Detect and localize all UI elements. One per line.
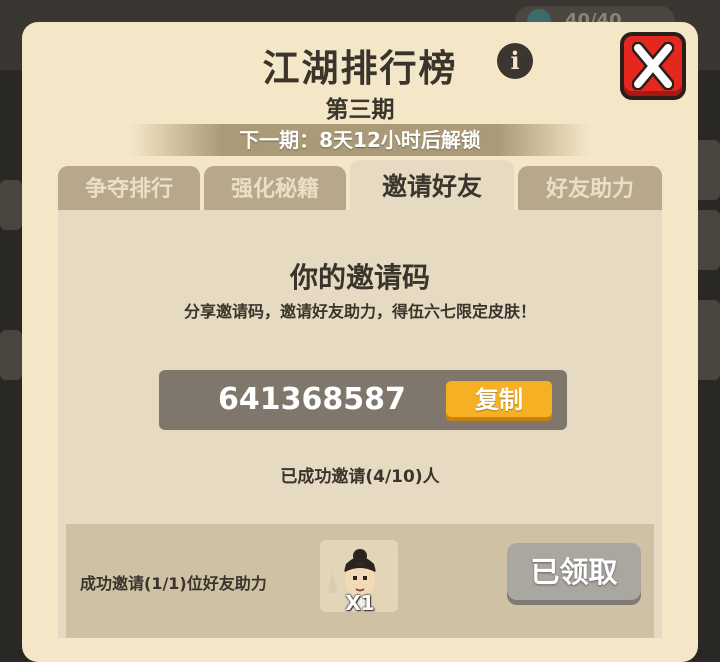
background-left-button	[0, 330, 22, 380]
dialog-title: 江湖排行榜	[262, 47, 458, 90]
reward-quantity: X1	[345, 591, 375, 615]
tab-friend-help[interactable]: 好友助力	[518, 166, 662, 212]
reward-condition-label: 成功邀请(1/1)位好友助力	[80, 574, 267, 593]
invite-code-heading: 你的邀请码	[289, 261, 430, 294]
tab-upgrade-guide[interactable]: 强化秘籍	[204, 166, 346, 212]
background-left-button	[0, 180, 22, 230]
season-label: 第三期	[325, 97, 395, 123]
tab-invite-friends[interactable]: 邀请好友	[350, 160, 514, 212]
tab-ranking[interactable]: 争夺排行	[58, 166, 200, 212]
invite-count-status: 已成功邀请(4/10)人	[280, 467, 440, 487]
close-icon	[632, 42, 674, 90]
next-season-countdown: 下一期：8天12小时后解锁	[130, 124, 590, 156]
copy-button[interactable]: 复制	[446, 381, 552, 421]
claimed-button[interactable]: 已领取	[507, 543, 641, 605]
info-icon[interactable]: i	[497, 43, 533, 79]
invite-code-value: 641368587	[218, 382, 406, 417]
invite-description: 分享邀请码，邀请好友助力，得伍六七限定皮肤！	[183, 302, 536, 321]
